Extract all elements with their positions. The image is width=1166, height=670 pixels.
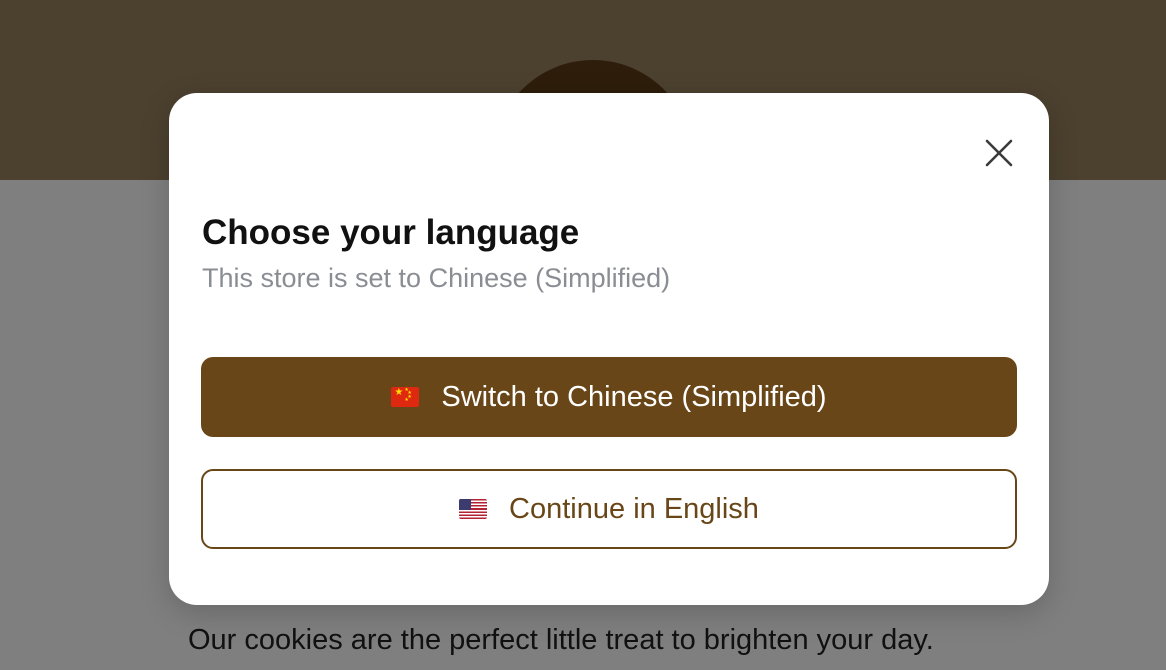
continue-in-english-label: Continue in English bbox=[509, 492, 759, 525]
close-icon bbox=[985, 139, 1013, 167]
close-button[interactable] bbox=[981, 135, 1017, 171]
language-modal: Choose your language This store is set t… bbox=[169, 93, 1049, 605]
switch-to-chinese-button[interactable]: ★ ★ ★ ★ ★ Switch to Chinese (Simplified) bbox=[201, 357, 1017, 437]
storefront-page: Our cookies are the perfect little treat… bbox=[0, 0, 1166, 670]
modal-title: Choose your language bbox=[202, 213, 580, 252]
china-flag-icon: ★ ★ ★ ★ ★ bbox=[391, 387, 420, 407]
us-flag-icon bbox=[459, 499, 488, 519]
modal-subtitle: This store is set to Chinese (Simplified… bbox=[202, 263, 671, 293]
switch-to-chinese-label: Switch to Chinese (Simplified) bbox=[441, 380, 827, 413]
continue-in-english-button[interactable]: Continue in English bbox=[201, 469, 1017, 549]
